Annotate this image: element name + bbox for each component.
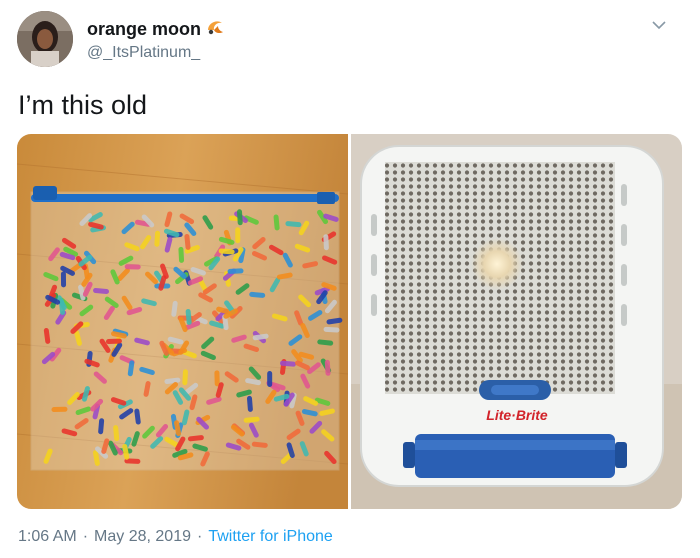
peg xyxy=(124,264,141,270)
avatar[interactable] xyxy=(17,11,73,67)
photo-lite-brite-toy[interactable]: Lite·Brite xyxy=(351,134,682,509)
peg xyxy=(324,359,331,376)
orange-moon-emoji-icon xyxy=(205,18,227,41)
peg xyxy=(267,370,273,387)
media-grid: Lite·Brite xyxy=(17,134,682,509)
tweet-time[interactable]: 1:06 AM xyxy=(18,528,77,546)
display-name[interactable]: orange moon xyxy=(87,18,227,41)
user-handle[interactable]: @_ItsPlatinum_ xyxy=(87,44,200,62)
separator-dot: · xyxy=(196,528,203,545)
chevron-down-icon[interactable] xyxy=(648,14,670,36)
peg xyxy=(323,234,329,251)
peg xyxy=(60,271,67,288)
peg xyxy=(51,406,68,413)
peg xyxy=(235,227,241,244)
display-name-text: orange moon xyxy=(87,19,202,39)
peg xyxy=(105,338,122,345)
peg xyxy=(323,326,340,333)
photo-lite-brite-pegs[interactable] xyxy=(17,134,348,509)
separator-dot: · xyxy=(82,528,89,545)
tweet: orange moon @_ItsPlatinum_ I’m this old xyxy=(0,0,700,558)
peg xyxy=(182,369,188,386)
peg xyxy=(237,209,243,226)
peg xyxy=(154,230,161,247)
peg xyxy=(227,268,244,274)
tweet-footer: 1:06 AM · May 28, 2019 · Twitter for iPh… xyxy=(18,528,333,546)
lite-brite-logo: Lite·Brite xyxy=(486,407,548,423)
peg xyxy=(178,246,185,263)
tweet-text: I’m this old xyxy=(18,90,148,120)
tweet-source-link[interactable]: Twitter for iPhone xyxy=(208,528,333,546)
tweet-date[interactable]: May 28, 2019 xyxy=(94,528,191,546)
